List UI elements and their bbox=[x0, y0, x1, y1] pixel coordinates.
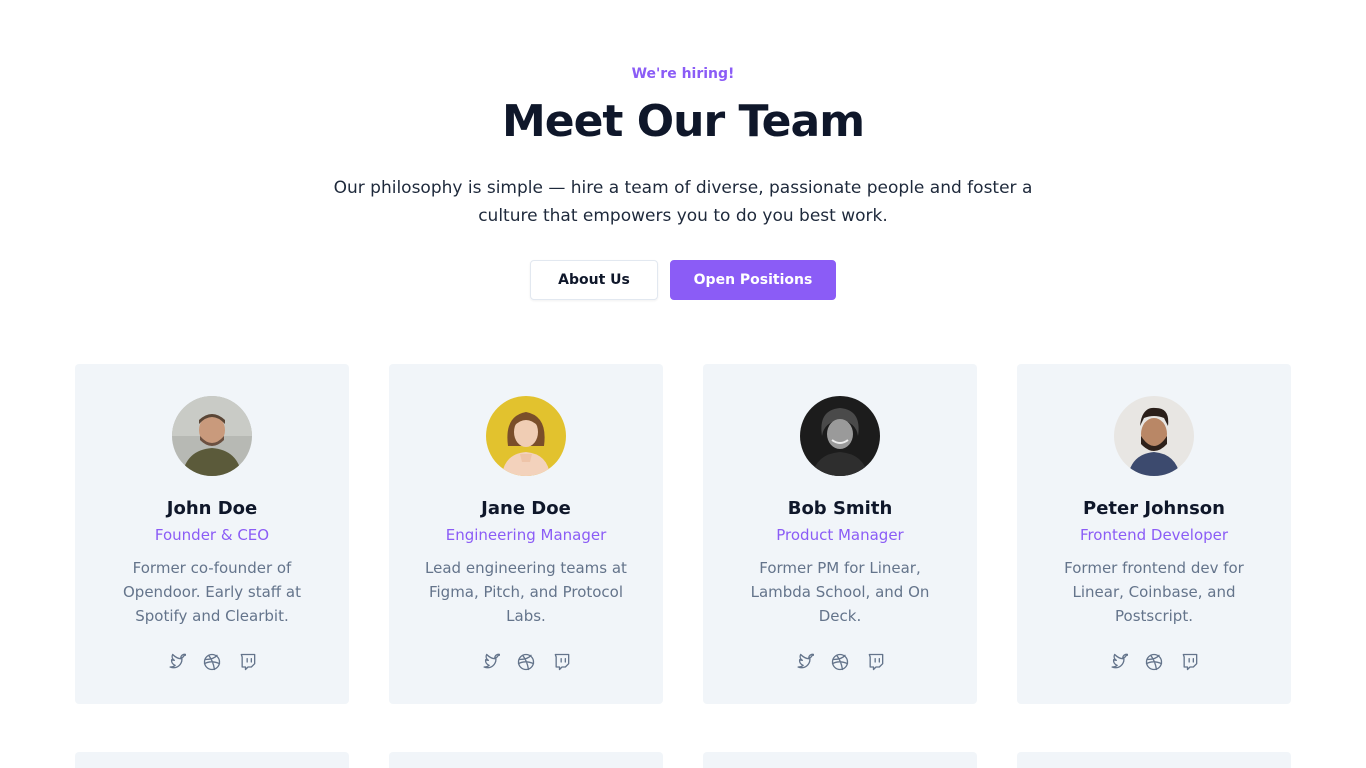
dribbble-icon[interactable] bbox=[202, 652, 222, 672]
member-role: Frontend Developer bbox=[1079, 526, 1229, 544]
social-links bbox=[389, 652, 663, 672]
member-bio: Former co-founder of Opendoor. Early sta… bbox=[123, 559, 301, 625]
team-card-partial bbox=[75, 752, 349, 768]
team-card: Peter Johnson Frontend Developer Former … bbox=[1017, 364, 1291, 704]
team-card-partial bbox=[1017, 752, 1291, 768]
team-card: Bob Smith Product Manager Former PM for … bbox=[703, 364, 977, 704]
twitch-icon[interactable] bbox=[866, 652, 886, 672]
member-name: Jane Doe bbox=[481, 498, 571, 519]
about-us-button[interactable]: About Us bbox=[530, 260, 658, 300]
open-positions-button[interactable]: Open Positions bbox=[670, 260, 836, 300]
member-name: John Doe bbox=[166, 498, 258, 519]
member-bio: Former frontend dev for Linear, Coinbase… bbox=[1064, 559, 1244, 625]
twitch-icon[interactable] bbox=[238, 652, 258, 672]
member-role: Product Manager bbox=[776, 526, 904, 544]
twitter-icon[interactable] bbox=[1108, 652, 1128, 672]
dribbble-icon[interactable] bbox=[1144, 652, 1164, 672]
twitch-icon[interactable] bbox=[1180, 652, 1200, 672]
member-role: Founder & CEO bbox=[154, 526, 270, 544]
team-card: John Doe Founder & CEO Former co-founder… bbox=[75, 364, 349, 704]
team-card: Jane Doe Engineering Manager Lead engine… bbox=[389, 364, 663, 704]
member-name: Bob Smith bbox=[787, 498, 893, 519]
twitch-icon[interactable] bbox=[552, 652, 572, 672]
team-card-partial bbox=[389, 752, 663, 768]
dribbble-icon[interactable] bbox=[830, 652, 850, 672]
member-bio: Lead engineering teams at Figma, Pitch, … bbox=[425, 559, 627, 625]
avatar bbox=[800, 396, 880, 476]
twitter-icon[interactable] bbox=[794, 652, 814, 672]
avatar bbox=[172, 396, 252, 476]
page-title: Meet Our Team bbox=[501, 96, 865, 147]
social-links bbox=[1017, 652, 1291, 672]
twitter-icon[interactable] bbox=[166, 652, 186, 672]
page-subtitle: Our philosophy is simple — hire a team o… bbox=[333, 178, 1033, 226]
member-bio: Former PM for Linear, Lambda School, and… bbox=[750, 559, 930, 625]
team-card-partial bbox=[703, 752, 977, 768]
hiring-eyebrow: We're hiring! bbox=[631, 66, 735, 82]
twitter-icon[interactable] bbox=[480, 652, 500, 672]
member-role: Engineering Manager bbox=[445, 526, 607, 544]
avatar bbox=[1114, 396, 1194, 476]
avatar bbox=[486, 396, 566, 476]
member-name: Peter Johnson bbox=[1083, 498, 1225, 519]
social-links bbox=[703, 652, 977, 672]
dribbble-icon[interactable] bbox=[516, 652, 536, 672]
social-links bbox=[75, 652, 349, 672]
